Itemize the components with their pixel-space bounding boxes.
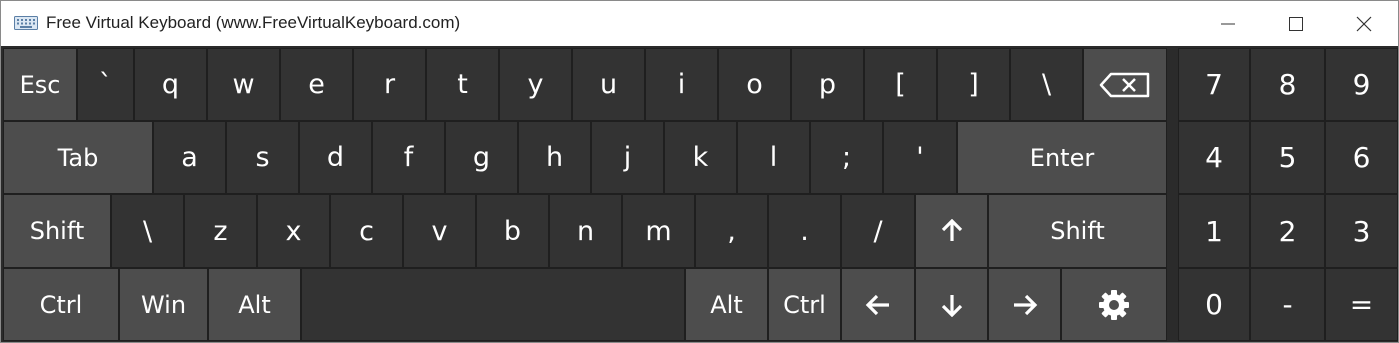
key-semicolon[interactable]: ; — [810, 121, 883, 194]
numpad-3[interactable]: 3 — [1325, 194, 1398, 268]
key-l[interactable]: l — [737, 121, 810, 194]
key-period[interactable]: . — [768, 194, 841, 268]
key-comma[interactable]: , — [695, 194, 768, 268]
key-quote[interactable]: ' — [883, 121, 957, 194]
key-d[interactable]: d — [299, 121, 372, 194]
key-b[interactable]: b — [476, 194, 549, 268]
arrow-down-icon — [941, 293, 963, 317]
key-arrow-down[interactable] — [915, 268, 988, 341]
key-h[interactable]: h — [518, 121, 591, 194]
numpad-2[interactable]: 2 — [1250, 194, 1325, 268]
window-title: Free Virtual Keyboard (www.FreeVirtualKe… — [46, 13, 461, 32]
key-arrow-right[interactable] — [988, 268, 1061, 341]
key-backtick[interactable]: ` — [77, 48, 134, 121]
key-slash[interactable]: / — [841, 194, 915, 268]
numpad-9[interactable]: 9 — [1325, 48, 1398, 121]
key-j[interactable]: j — [591, 121, 664, 194]
maximize-button[interactable] — [1262, 1, 1330, 46]
key-k[interactable]: k — [664, 121, 737, 194]
key-enter[interactable]: Enter — [957, 121, 1167, 194]
key-shift-left[interactable]: Shift — [3, 194, 111, 268]
numpad-0[interactable]: 0 — [1178, 268, 1250, 341]
numpad-7[interactable]: 7 — [1178, 48, 1250, 121]
key-u[interactable]: u — [572, 48, 645, 121]
key-r[interactable]: r — [353, 48, 426, 121]
key-alt-left[interactable]: Alt — [208, 268, 301, 341]
key-arrow-up[interactable] — [915, 194, 988, 268]
key-q[interactable]: q — [134, 48, 207, 121]
key-x[interactable]: x — [257, 194, 330, 268]
key-tab[interactable]: Tab — [3, 121, 153, 194]
numpad-minus[interactable]: - — [1250, 268, 1325, 341]
numpad-4[interactable]: 4 — [1178, 121, 1250, 194]
maximize-icon — [1289, 16, 1303, 31]
key-settings[interactable] — [1061, 268, 1167, 341]
key-arrow-left[interactable] — [841, 268, 915, 341]
arrow-up-icon — [941, 219, 963, 243]
key-right-bracket[interactable]: ] — [937, 48, 1010, 121]
key-m[interactable]: m — [622, 194, 695, 268]
arrow-right-icon — [1012, 294, 1038, 316]
key-o[interactable]: o — [718, 48, 791, 121]
arrow-left-icon — [865, 294, 891, 316]
key-i[interactable]: i — [645, 48, 718, 121]
key-n[interactable]: n — [549, 194, 622, 268]
numpad-5[interactable]: 5 — [1250, 121, 1325, 194]
key-esc[interactable]: Esc — [3, 48, 77, 121]
key-backspace[interactable] — [1083, 48, 1167, 121]
numpad-equals[interactable]: = — [1325, 268, 1398, 341]
key-ctrl-right[interactable]: Ctrl — [768, 268, 841, 341]
key-c[interactable]: c — [330, 194, 403, 268]
key-f[interactable]: f — [372, 121, 445, 194]
key-t[interactable]: t — [426, 48, 499, 121]
numpad-6[interactable]: 6 — [1325, 121, 1398, 194]
key-g[interactable]: g — [445, 121, 518, 194]
minimize-icon — [1221, 17, 1235, 31]
key-left-bracket[interactable]: [ — [864, 48, 937, 121]
key-z[interactable]: z — [184, 194, 257, 268]
close-button[interactable] — [1330, 1, 1398, 46]
key-space[interactable] — [301, 268, 685, 341]
key-backslash[interactable]: \ — [1010, 48, 1083, 121]
key-shift-right[interactable]: Shift — [988, 194, 1167, 268]
backspace-icon — [1099, 72, 1151, 98]
key-a[interactable]: a — [153, 121, 226, 194]
key-alt-right[interactable]: Alt — [685, 268, 768, 341]
keyboard-icon — [14, 16, 38, 30]
key-win[interactable]: Win — [119, 268, 208, 341]
key-p[interactable]: p — [791, 48, 864, 121]
key-ctrl-left[interactable]: Ctrl — [3, 268, 119, 341]
key-v[interactable]: v — [403, 194, 476, 268]
close-icon — [1356, 16, 1372, 32]
key-y[interactable]: y — [499, 48, 572, 121]
key-e[interactable]: e — [280, 48, 353, 121]
key-backslash-row3[interactable]: \ — [111, 194, 184, 268]
numpad-8[interactable]: 8 — [1250, 48, 1325, 121]
keyboard-window: Free Virtual Keyboard (www.FreeVirtualKe… — [0, 0, 1399, 343]
minimize-button[interactable] — [1194, 1, 1262, 46]
key-w[interactable]: w — [207, 48, 280, 121]
numpad-1[interactable]: 1 — [1178, 194, 1250, 268]
title-bar[interactable]: Free Virtual Keyboard (www.FreeVirtualKe… — [1, 1, 1398, 46]
key-s[interactable]: s — [226, 121, 299, 194]
gear-icon — [1098, 289, 1130, 321]
